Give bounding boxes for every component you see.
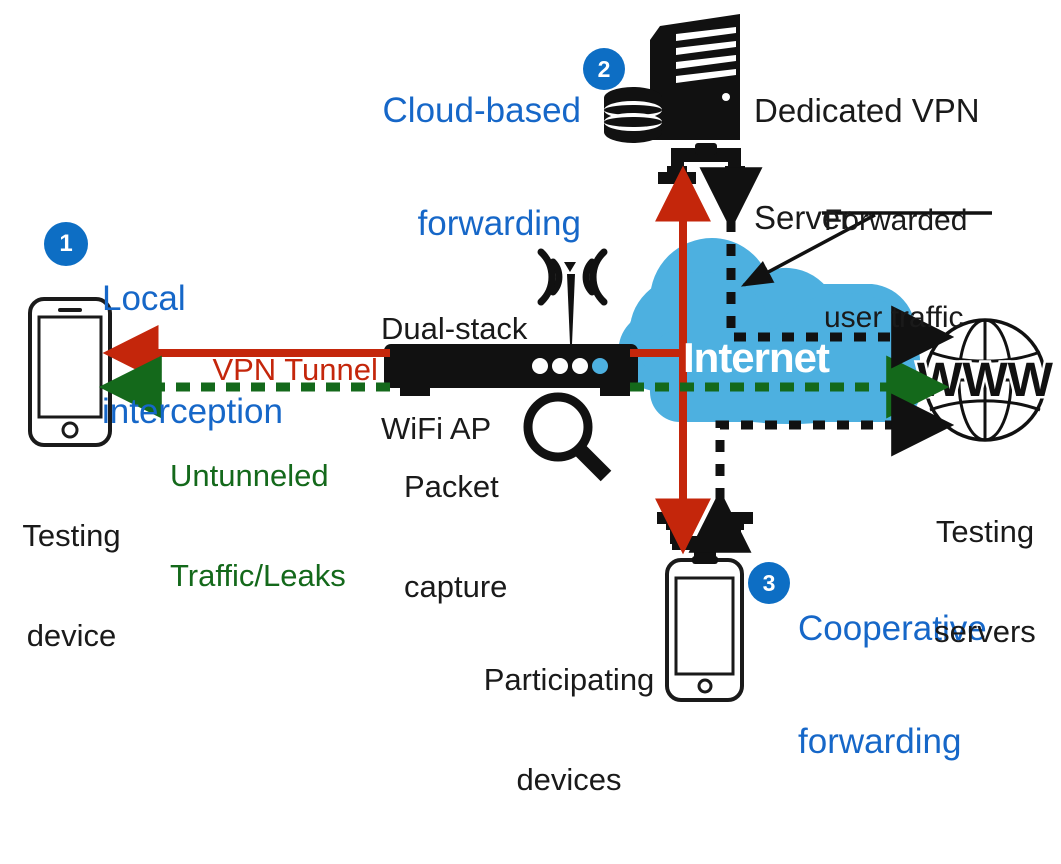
badge-2-number: 2: [597, 55, 611, 82]
label-cooperative-forwarding-line2: forwarding: [798, 721, 962, 761]
vpn-architecture-diagram: WWW 1 Local interception Cloud-based for…: [0, 0, 1061, 797]
badge-1-number: 1: [59, 230, 73, 257]
smartphone-icon-testing-device: [28, 297, 112, 447]
label-vpn-tunnel-text: VPN Tunnel: [212, 352, 378, 388]
server-tower-icon: [604, 14, 754, 184]
label-internet: Internet: [683, 334, 830, 382]
badge-1: 1: [44, 222, 88, 266]
label-participating-devices-line1: Participating: [483, 661, 655, 697]
label-untunneled-traffic-line2: Traffic/Leaks: [170, 558, 346, 594]
label-vpn-server-line1: Dedicated VPN: [754, 92, 980, 130]
label-internet-text: Internet: [683, 334, 830, 381]
label-participating-devices-line2: devices: [516, 762, 622, 798]
label-testing-servers-line1: Testing: [935, 513, 1035, 549]
label-participating-devices: Participating devices: [474, 596, 664, 864]
magnifying-glass-icon: [523, 392, 612, 482]
smartphone-icon-participating-device: [657, 512, 753, 702]
label-testing-device-line1: Testing: [22, 517, 121, 553]
label-forwarded-user-traffic-line2: user traffic: [824, 300, 964, 334]
badge-2: 2: [583, 48, 625, 90]
label-testing-servers-line2: servers: [934, 614, 1036, 650]
badge-3-number: 3: [762, 569, 776, 596]
label-cloud-based-forwarding-line1: Cloud-based: [382, 90, 581, 130]
label-testing-device-line2: device: [26, 618, 117, 654]
label-testing-servers: Testing servers: [931, 448, 1039, 716]
label-packet-capture-line1: Packet: [404, 468, 499, 504]
badge-3: 3: [748, 562, 790, 604]
label-cloud-based-forwarding-line2: forwarding: [417, 203, 581, 243]
label-forwarded-user-traffic-line1: Forwarded: [824, 203, 968, 237]
label-untunneled-traffic: Untunneled Traffic/Leaks: [170, 392, 346, 660]
label-testing-device: Testing device: [19, 452, 124, 720]
label-untunneled-traffic-line1: Untunneled: [170, 457, 329, 493]
label-local-interception-line1: Local: [102, 278, 186, 318]
label-forwarded-user-traffic: Forwarded user traffic: [824, 140, 967, 399]
label-wifi-ap-line1: Dual-stack: [381, 310, 528, 346]
